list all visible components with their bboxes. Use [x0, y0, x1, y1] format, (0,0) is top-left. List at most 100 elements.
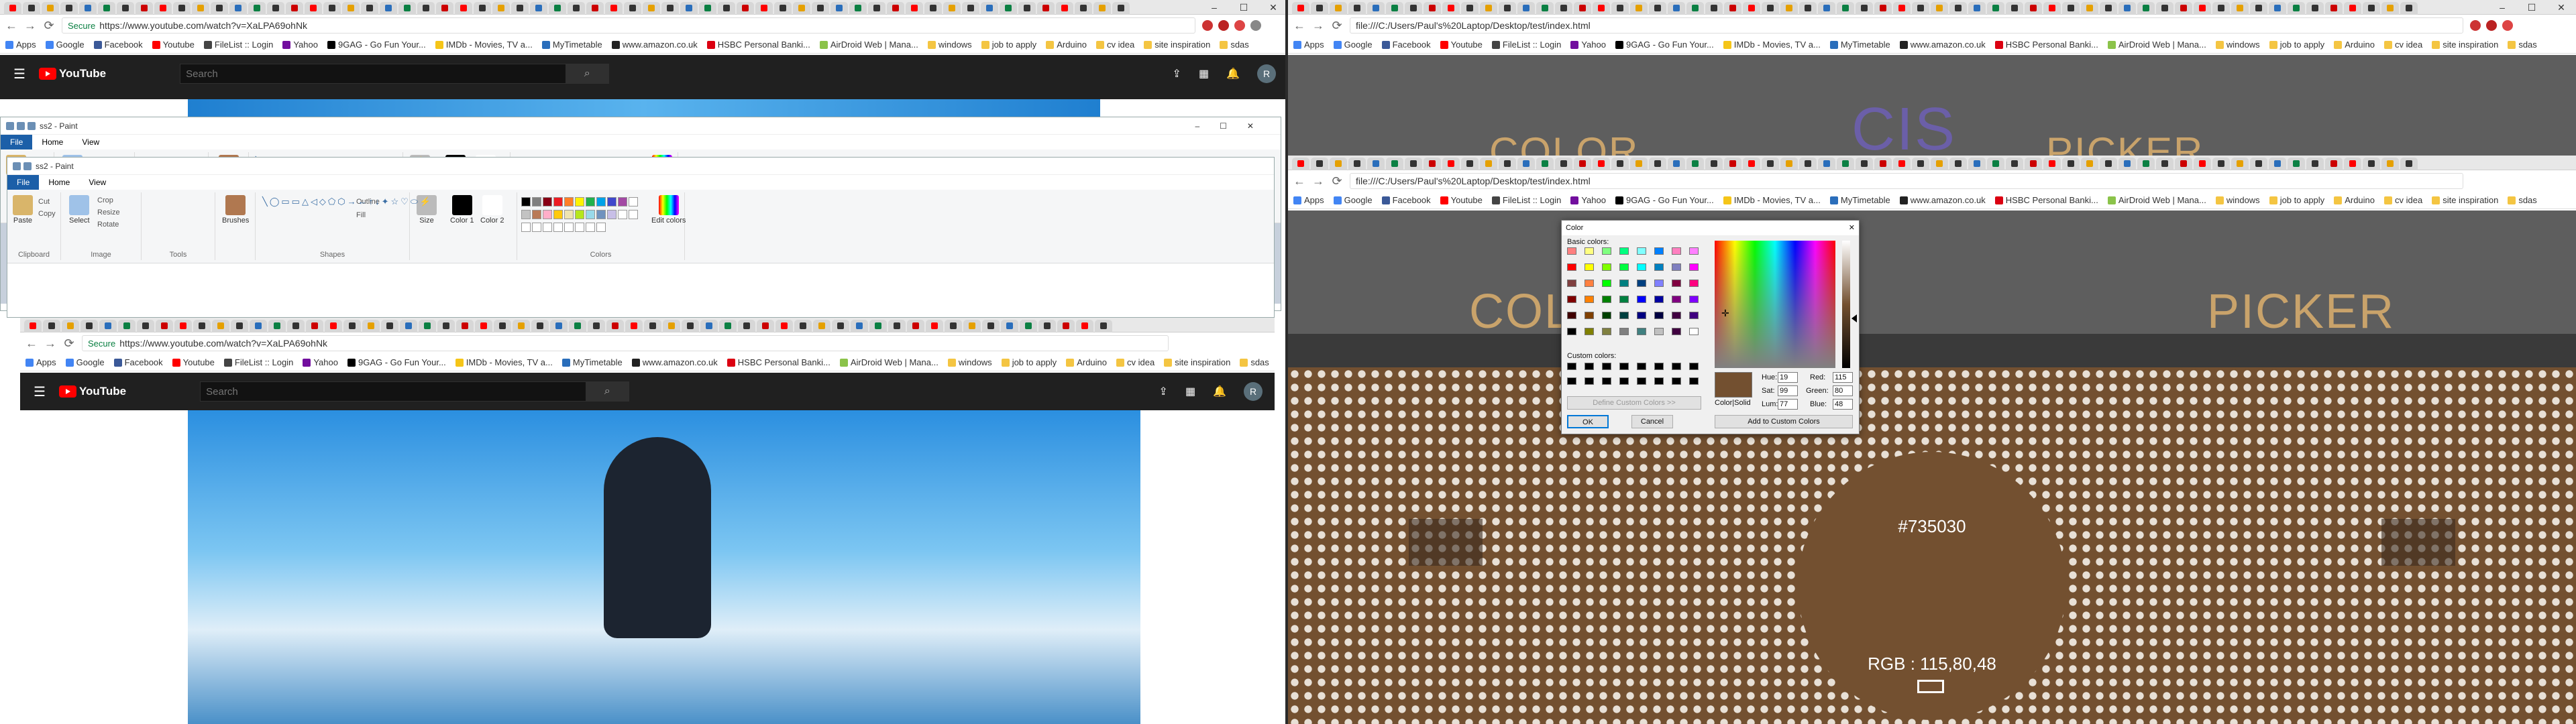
browser-tab[interactable] — [325, 320, 342, 333]
browser-tab[interactable] — [2006, 2, 2023, 15]
address-bar[interactable]: file:///C:/Users/Paul's%20Laptop/Desktop… — [1350, 173, 2463, 189]
palette-swatch[interactable] — [586, 197, 595, 206]
palette-swatch[interactable] — [564, 210, 574, 219]
custom-color-swatch[interactable] — [1654, 363, 1664, 370]
palette-swatch[interactable] — [553, 210, 563, 219]
reload-icon[interactable]: ⟳ — [1331, 174, 1343, 188]
bookmark-item[interactable]: Google — [1333, 40, 1373, 50]
basic-color-swatch[interactable] — [1602, 312, 1611, 319]
bookmark-item[interactable]: job to apply — [981, 40, 1036, 50]
basic-color-swatch[interactable] — [1672, 280, 1681, 287]
browser-tab[interactable] — [248, 2, 266, 15]
menu-file[interactable]: File — [1, 135, 33, 149]
basic-color-swatch[interactable] — [1602, 263, 1611, 271]
browser-tab[interactable] — [924, 2, 942, 15]
browser-tab[interactable] — [888, 320, 906, 333]
browser-tab[interactable] — [80, 320, 98, 333]
bookmark-item[interactable]: FileList :: Login — [1491, 195, 1561, 205]
basic-color-swatch[interactable] — [1602, 328, 1611, 335]
custom-color-swatch[interactable] — [1602, 363, 1611, 370]
browser-tab[interactable] — [1056, 2, 1073, 15]
browser-tab[interactable] — [2212, 158, 2230, 170]
browser-tab[interactable] — [943, 2, 961, 15]
save-icon[interactable] — [13, 162, 21, 170]
browser-tab[interactable] — [588, 320, 605, 333]
browser-tab[interactable] — [1367, 158, 1385, 170]
browser-tab[interactable] — [2118, 158, 2136, 170]
custom-color-swatch[interactable] — [1672, 377, 1681, 385]
browser-tab[interactable] — [699, 2, 716, 15]
browser-tab[interactable] — [2306, 2, 2324, 15]
browser-tab[interactable] — [1461, 2, 1479, 15]
browser-tab[interactable] — [682, 320, 699, 333]
basic-color-swatch[interactable] — [1672, 312, 1681, 319]
browser-tab[interactable] — [2156, 2, 2174, 15]
define-custom-colors-button[interactable]: Define Custom Colors >> — [1567, 396, 1701, 410]
bookmark-item[interactable]: Arduino — [1066, 357, 1107, 367]
browser-tab[interactable] — [1762, 158, 1779, 170]
browser-tab[interactable] — [907, 320, 924, 333]
browser-tab[interactable] — [4, 2, 21, 15]
bookmark-item[interactable]: Youtube — [172, 357, 215, 367]
browser-tab[interactable] — [1987, 158, 2004, 170]
palette-swatch[interactable] — [553, 197, 563, 206]
reload-icon[interactable]: ⟳ — [63, 337, 75, 351]
browser-tab[interactable] — [24, 320, 42, 333]
basic-color-swatch[interactable] — [1602, 296, 1611, 303]
browser-tab[interactable] — [2212, 2, 2230, 15]
resize-button[interactable]: Resize — [97, 208, 120, 217]
browser-tab[interactable] — [2118, 2, 2136, 15]
basic-color-swatch[interactable] — [1585, 280, 1594, 287]
color1-button[interactable]: Color 1 — [450, 195, 474, 225]
bookmark-item[interactable]: Arduino — [2334, 40, 2375, 50]
color2-button[interactable]: Color 2 — [480, 195, 504, 225]
bookmark-item[interactable]: Arduino — [2334, 195, 2375, 205]
browser-tab[interactable] — [962, 2, 979, 15]
browser-tab[interactable] — [2288, 2, 2305, 15]
basic-color-swatch[interactable] — [1672, 296, 1681, 303]
basic-color-swatch[interactable] — [1567, 328, 1576, 335]
lum-field[interactable]: 77 — [1778, 399, 1798, 410]
browser-tab[interactable] — [2381, 2, 2399, 15]
browser-tab[interactable] — [2400, 158, 2418, 170]
reload-icon[interactable]: ⟳ — [43, 19, 55, 33]
bookmark-item[interactable]: MyTimetable — [1829, 195, 1890, 205]
basic-color-swatch[interactable] — [1567, 280, 1576, 287]
bookmark-item[interactable]: windows — [2215, 195, 2260, 205]
basic-color-swatch[interactable] — [1672, 263, 1681, 271]
palette-swatch[interactable] — [553, 223, 563, 232]
basic-color-swatch[interactable] — [1637, 263, 1646, 271]
browser-tab[interactable] — [1348, 158, 1366, 170]
browser-tab[interactable] — [437, 320, 455, 333]
browser-tab[interactable] — [663, 320, 680, 333]
palette-swatch[interactable] — [596, 223, 606, 232]
browser-tab[interactable] — [1630, 2, 1648, 15]
browser-tab[interactable] — [868, 2, 885, 15]
bookmark-item[interactable]: Yahoo — [1570, 40, 1606, 50]
browser-tab[interactable] — [1893, 158, 1911, 170]
browser-tab[interactable] — [2081, 158, 2098, 170]
bookmark-item[interactable]: sdas — [1240, 357, 1269, 367]
green-field[interactable]: 80 — [1833, 385, 1853, 396]
browser-tab[interactable] — [1001, 320, 1018, 333]
basic-color-swatch[interactable] — [1689, 328, 1699, 335]
copy-button[interactable]: Copy — [38, 210, 56, 218]
back-icon[interactable]: ← — [1293, 174, 1305, 188]
avatar[interactable]: R — [1244, 382, 1263, 401]
browser-tab[interactable] — [287, 320, 305, 333]
bookmark-item[interactable]: cv idea — [1116, 357, 1155, 367]
browser-tab[interactable] — [982, 320, 1000, 333]
basic-color-swatch[interactable] — [1672, 328, 1681, 335]
browser-tab[interactable] — [830, 2, 848, 15]
video-player[interactable] — [188, 410, 1140, 724]
browser-tab[interactable] — [268, 320, 286, 333]
browser-tab[interactable] — [719, 320, 737, 333]
basic-color-swatch[interactable] — [1689, 280, 1699, 287]
palette-swatch[interactable] — [575, 223, 584, 232]
custom-color-swatch[interactable] — [1637, 363, 1646, 370]
browser-tab[interactable] — [2043, 158, 2061, 170]
browser-tab[interactable] — [2006, 158, 2023, 170]
bell-icon[interactable]: 🔔 — [1213, 385, 1226, 398]
basic-color-swatch[interactable] — [1567, 247, 1576, 255]
menu-home[interactable]: Home — [32, 135, 72, 149]
